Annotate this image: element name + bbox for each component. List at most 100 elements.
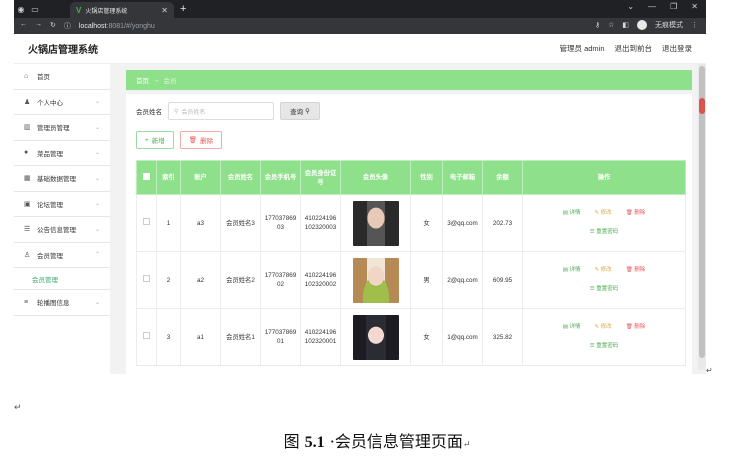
- grid-icon: ▦: [24, 175, 31, 183]
- exit-to-frontend-link[interactable]: 退出到前台: [615, 43, 653, 54]
- edit-button[interactable]: ✎ 修改: [595, 209, 612, 218]
- detail-button[interactable]: ▤ 详情: [563, 266, 581, 275]
- tab-bar: ◉ ▭ V 火锅店管理系统 ✕ + ⌄ — ❐ ✕: [14, 0, 706, 18]
- cell-avatar: [340, 308, 411, 366]
- delete-button[interactable]: 🗑 删除: [179, 131, 223, 149]
- add-button[interactable]: + 新增: [136, 131, 174, 149]
- reset-password-button[interactable]: ☰ 重置密码: [590, 285, 618, 294]
- cell-account: a1: [180, 308, 221, 366]
- sidebar-item-home[interactable]: ⌂ 首页: [14, 64, 110, 90]
- sidebar-item-carousel[interactable]: ≡ 轮播图信息 ⌄: [14, 290, 110, 316]
- cell-email: 3@qq.com: [442, 194, 483, 252]
- sidebar-item-dishes[interactable]: ● 菜品管理 ⌄: [14, 141, 110, 166]
- delete-row-button[interactable]: 🗑 删除: [626, 209, 646, 218]
- star-icon[interactable]: ☆: [608, 21, 614, 29]
- pin-icon: ●: [24, 149, 29, 157]
- chevron-down-icon: ⌄: [94, 226, 100, 233]
- delete-row-button[interactable]: 🗑 删除: [626, 266, 646, 275]
- forward-icon[interactable]: →: [35, 21, 42, 31]
- sidebar-item-announcements[interactable]: ☰ 公告信息管理 ⌄: [14, 217, 110, 243]
- edit-button[interactable]: ✎ 修改: [595, 323, 612, 332]
- sidebar-item-label: 轮播图信息: [37, 300, 70, 308]
- search-button-label: 查询: [290, 109, 304, 116]
- detail-button[interactable]: ▤ 详情: [563, 209, 581, 218]
- cell-actions: ▤ 详情 ✎ 修改 🗑 删除 ☰ 重置密码: [522, 194, 686, 252]
- close-icon[interactable]: ✕: [691, 2, 698, 11]
- delete-row-button[interactable]: 🗑 删除: [626, 323, 646, 332]
- reload-icon[interactable]: ↻: [50, 21, 56, 31]
- app-title: 火锅店管理系统: [28, 45, 98, 56]
- sidebar-item-profile[interactable]: ♟ 个人中心 ⌄: [14, 90, 110, 115]
- key-icon[interactable]: ⚷: [595, 21, 600, 29]
- sidebar-item-members[interactable]: ♙ 会员管理 ⌃: [14, 243, 110, 268]
- maximize-icon[interactable]: ❐: [670, 2, 677, 11]
- cell-gender: 男: [410, 251, 443, 309]
- tab-overview-icon[interactable]: ▭: [28, 0, 42, 18]
- select-all-checkbox[interactable]: [136, 160, 157, 195]
- plus-icon: +: [145, 136, 149, 144]
- col-header-avatar: 会员头像: [340, 160, 411, 195]
- url-field[interactable]: localhost:8081/#/yonghu: [79, 23, 155, 30]
- edit-label: 修改: [600, 324, 612, 330]
- col-header-gender: 性别: [410, 160, 443, 195]
- reset-password-button[interactable]: ☰ 重置密码: [590, 228, 618, 237]
- cell-actions: ▤ 详情 ✎ 修改 🗑 删除 ☰ 重置密码: [522, 308, 686, 366]
- minimize-icon[interactable]: —: [648, 2, 656, 11]
- detail-label: 详情: [569, 267, 581, 273]
- more-icon[interactable]: ⋮: [691, 21, 698, 29]
- delete-label: 删除: [634, 324, 646, 330]
- search-input[interactable]: ⚲ 会员姓名: [168, 102, 274, 120]
- cell-avatar: [340, 194, 411, 252]
- col-header-phone: 会员手机号: [260, 160, 301, 195]
- delete-label: 删除: [634, 210, 646, 216]
- info-icon[interactable]: ⓘ: [64, 21, 71, 31]
- browser-tab[interactable]: V 火锅店管理系统 ✕: [70, 2, 174, 18]
- chevron-down-icon[interactable]: ⌄: [627, 2, 634, 11]
- reset-label: 重置密码: [596, 229, 619, 235]
- cell-balance: 325.82: [482, 308, 523, 366]
- col-header-email: 电子邮箱: [442, 160, 483, 195]
- sidebar-item-label: 会员管理: [37, 252, 63, 260]
- breadcrumb-arrow: →: [153, 76, 160, 84]
- page-scrollbar[interactable]: [698, 64, 706, 370]
- edit-label: 修改: [600, 267, 612, 273]
- browser-menu-icon[interactable]: ◉: [14, 0, 28, 18]
- row-checkbox[interactable]: [136, 251, 157, 309]
- search-button[interactable]: 查询 ⚲: [280, 102, 320, 120]
- logout-link[interactable]: 退出登录: [662, 43, 692, 54]
- cell-name: 会员姓名1: [220, 308, 261, 366]
- tab-close-icon[interactable]: ✕: [161, 6, 168, 15]
- back-icon[interactable]: ←: [20, 21, 27, 31]
- incognito-icon[interactable]: [637, 20, 647, 30]
- cell-phone: 17703786901: [260, 308, 301, 366]
- sidebar-item-label: 菜品管理: [37, 150, 63, 158]
- sidebar-subitem-member-management[interactable]: 会员管理: [14, 268, 110, 290]
- row-checkbox[interactable]: [136, 308, 157, 366]
- cell-name: 会员姓名3: [220, 194, 261, 252]
- reset-password-button[interactable]: ☰ 重置密码: [590, 342, 618, 351]
- sidebar-item-forum[interactable]: ▣ 论坛管理 ⌄: [14, 192, 110, 217]
- sidebar-item-admins[interactable]: ▥ 管理员管理 ⌄: [14, 115, 110, 141]
- cell-phone: 17703786902: [260, 251, 301, 309]
- delete-label: 删除: [634, 267, 646, 273]
- edit-button[interactable]: ✎ 修改: [595, 266, 612, 275]
- row-checkbox[interactable]: [136, 194, 157, 252]
- col-header-index: 索引: [156, 160, 181, 195]
- chevron-down-icon: ⌄: [94, 175, 100, 182]
- member-icon: ♙: [24, 251, 31, 259]
- cell-gender: 女: [410, 308, 443, 366]
- user-icon: ♟: [24, 98, 31, 106]
- app-body: ⌂ 首页 ♟ 个人中心 ⌄ ▥ 管理员管理 ⌄ ● 菜品管理 ⌄ ▦ 基础数据管理 ⌄ ▣ 论坛管理…: [14, 64, 706, 374]
- cell-account: a3: [180, 194, 221, 252]
- cell-balance: 202.73: [482, 194, 523, 252]
- new-tab-icon[interactable]: +: [180, 3, 186, 15]
- search-form: 会员姓名 ⚲ 会员姓名 查询 ⚲: [136, 102, 320, 120]
- sidebar-item-basic-data[interactable]: ▦ 基础数据管理 ⌄: [14, 166, 110, 192]
- sidepanel-icon[interactable]: ◧: [622, 21, 629, 29]
- breadcrumb-home[interactable]: 首页: [136, 75, 149, 85]
- cell-email: 2@qq.com: [442, 251, 483, 309]
- incognito-label: 无痕模式: [655, 22, 683, 29]
- members-table: 索引 账户 会员姓名 会员手机号 会员身份证号 会员头像 性别 电子邮箱 余额 …: [136, 160, 686, 366]
- main-content: 首页 → 会员 会员姓名 ⚲ 会员姓名 查询 ⚲ + 新增 🗑 删除 索引 账户…: [120, 64, 694, 374]
- detail-button[interactable]: ▤ 详情: [563, 323, 581, 332]
